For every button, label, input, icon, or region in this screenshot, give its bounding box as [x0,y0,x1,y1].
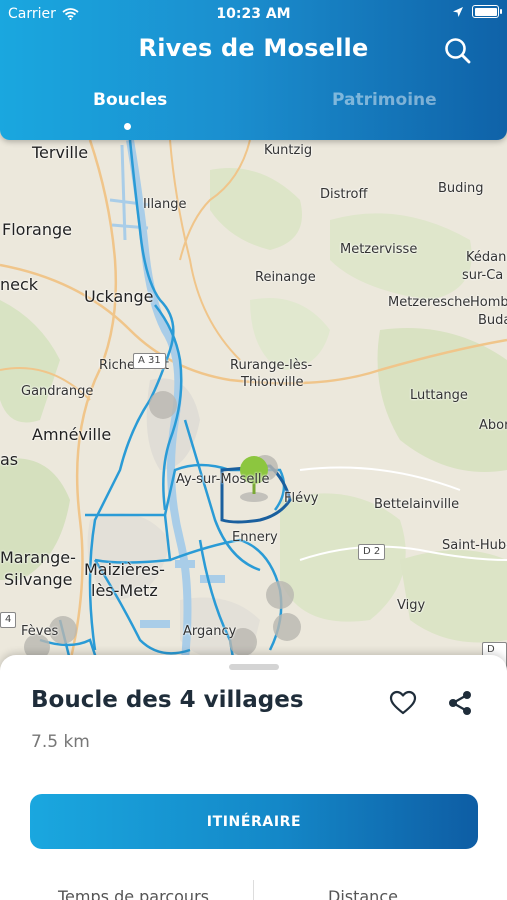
map-label: Silvange [4,570,73,589]
map-label: Distroff [320,187,368,202]
itinerary-button[interactable]: ITINÉRAIRE [30,794,478,849]
active-tab-indicator [124,123,131,130]
stat-distance-label: Distance [328,887,398,900]
map-label: Kuntzig [264,143,313,158]
map-label: Saint-Hube [442,538,507,553]
map-label: Abor [479,418,507,433]
tab-bar: Boucles Patrimoine [0,90,507,140]
heart-icon [389,690,417,715]
battery-icon [472,5,502,18]
route-title: Boucle des 4 villages [31,687,304,713]
map-label: Vigy [397,598,426,613]
map-label: Buda [478,313,507,328]
map-label: Bettelainville [374,497,460,512]
map-label: Uckange [84,287,154,306]
route-distance: 7.5 km [31,732,90,752]
stat-travel-time-label: Temps de parcours [58,887,209,900]
map-label: sur-Ca [462,268,504,283]
map-label: Buding [438,181,484,196]
sheet-drag-handle[interactable] [229,664,279,670]
map-label: Gandrange [21,384,94,399]
map-label: Homb [470,295,507,310]
search-icon [445,38,471,64]
search-button[interactable] [443,36,473,66]
map-label: as [0,450,19,469]
stats-divider [253,880,254,900]
share-button[interactable] [445,688,475,718]
status-bar: Carrier 10:23 AM [0,0,507,28]
map-label: Argancy [183,624,237,639]
map-label: Maizières- [84,560,165,579]
map-label: Amnéville [32,425,112,444]
route-detail-sheet: Boucle des 4 villages 7.5 km ITINÉRAIRE … [0,655,507,900]
tab-boucles[interactable]: Boucles [93,90,167,110]
map-label: Fèves [21,624,59,639]
map-label: Ay-sur-Moselle [176,472,270,487]
map-label: Rurange-lès- [230,358,313,373]
map-label: Kédan [466,250,507,265]
road-shield: 4 [0,612,17,628]
road-shield: A 31 [133,353,166,369]
map-label: Flévy [284,491,319,506]
map-label: Metzervisse [340,242,418,257]
map-label: neck [0,275,39,294]
location-arrow-icon [453,6,463,17]
map-label: Ennery [232,530,278,545]
tab-patrimoine[interactable]: Patrimoine [332,90,437,110]
favorite-button[interactable] [388,688,418,718]
status-time: 10:23 AM [216,6,291,22]
app-header: Carrier 10:23 AM Rives de Moselle Boucle… [0,0,507,140]
map-label: Metzeresche [388,295,471,310]
map-label: lès-Metz [91,581,158,600]
map-label: Marange- [0,548,76,567]
road-shield: D 2 [358,544,386,560]
map-label: Luttange [410,388,468,403]
map-label: Reinange [255,270,316,285]
map-label: Terville [32,143,89,162]
status-right [452,5,502,18]
map-label: Florange [2,220,72,239]
page-title: Rives de Moselle [138,34,369,62]
share-icon [449,691,471,715]
map-label: Thionville [241,375,304,390]
map-label: Illange [143,197,187,212]
